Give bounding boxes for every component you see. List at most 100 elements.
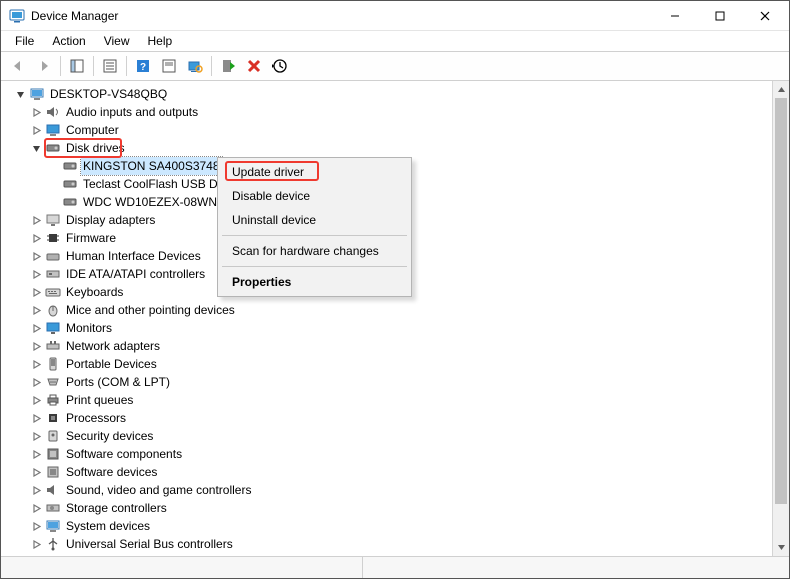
ctx-update-driver[interactable]: Update driver <box>220 160 409 184</box>
tree-item-system[interactable]: System devices <box>5 517 772 535</box>
uninstall-device-button[interactable] <box>242 54 266 78</box>
chevron-right-icon[interactable] <box>29 499 44 517</box>
scroll-up-button[interactable] <box>773 81 789 98</box>
display-icon <box>44 211 62 229</box>
computer-icon <box>28 85 46 103</box>
disk-icon <box>61 157 79 175</box>
ctx-label: Disable device <box>232 189 310 203</box>
tree-item-portable[interactable]: Portable Devices <box>5 355 772 373</box>
chevron-right-icon[interactable] <box>29 265 44 283</box>
network-icon <box>44 337 62 355</box>
disk-icon <box>61 175 79 193</box>
ctx-separator <box>222 266 407 267</box>
device-manager-window: Device Manager File Action View Help ? <box>0 0 790 579</box>
tree-label: Mice and other pointing devices <box>64 301 237 319</box>
content-area: DESKTOP-VS48QBQ Audio inputs and outputs… <box>1 81 789 556</box>
ctx-label: Properties <box>232 275 291 289</box>
ctx-uninstall-device[interactable]: Uninstall device <box>220 208 409 232</box>
tree-label: Sound, video and game controllers <box>64 481 253 499</box>
chevron-right-icon[interactable] <box>29 301 44 319</box>
maximize-button[interactable] <box>697 2 742 30</box>
scroll-thumb[interactable] <box>775 98 787 504</box>
chevron-right-icon[interactable] <box>29 427 44 445</box>
tree-item-swcomponents[interactable]: Software components <box>5 445 772 463</box>
tree-item-storage[interactable]: Storage controllers <box>5 499 772 517</box>
chevron-right-icon[interactable] <box>29 517 44 535</box>
tree-label: Print queues <box>64 391 135 409</box>
vertical-scrollbar[interactable] <box>772 81 789 556</box>
ctx-separator <box>222 235 407 236</box>
close-button[interactable] <box>742 2 787 30</box>
chevron-right-icon[interactable] <box>29 211 44 229</box>
tree-item-disk-drives[interactable]: Disk drives <box>5 139 772 157</box>
chevron-right-icon[interactable] <box>29 319 44 337</box>
tree-label: Firmware <box>64 229 118 247</box>
chevron-right-icon[interactable] <box>29 121 44 139</box>
enable-device-button[interactable] <box>216 54 240 78</box>
tree-label: DESKTOP-VS48QBQ <box>48 85 169 103</box>
tree-item-computer[interactable]: Computer <box>5 121 772 139</box>
chevron-right-icon[interactable] <box>29 283 44 301</box>
menu-file[interactable]: File <box>7 34 42 48</box>
tree-item-ports[interactable]: Ports (COM & LPT) <box>5 373 772 391</box>
tree-root[interactable]: DESKTOP-VS48QBQ <box>5 85 772 103</box>
tree-label: Keyboards <box>64 283 125 301</box>
update-driver-button[interactable] <box>268 54 292 78</box>
chevron-right-icon[interactable] <box>29 409 44 427</box>
mouse-icon <box>44 301 62 319</box>
svg-text:?: ? <box>140 62 146 73</box>
chevron-right-icon[interactable] <box>29 103 44 121</box>
device-tree[interactable]: DESKTOP-VS48QBQ Audio inputs and outputs… <box>1 81 772 556</box>
chevron-right-icon[interactable] <box>29 247 44 265</box>
chevron-down-icon[interactable] <box>29 139 44 157</box>
menu-help[interactable]: Help <box>140 34 181 48</box>
statusbar-pane-left <box>1 557 363 578</box>
usb-icon <box>44 535 62 553</box>
ctx-scan-hardware[interactable]: Scan for hardware changes <box>220 239 409 263</box>
tree-item-network[interactable]: Network adapters <box>5 337 772 355</box>
tree-item-security[interactable]: Security devices <box>5 427 772 445</box>
tree-item-printqueues[interactable]: Print queues <box>5 391 772 409</box>
chevron-right-icon[interactable] <box>29 229 44 247</box>
chevron-right-icon[interactable] <box>29 337 44 355</box>
chevron-right-icon[interactable] <box>29 535 44 553</box>
chevron-right-icon[interactable] <box>29 463 44 481</box>
sound-icon <box>44 481 62 499</box>
chevron-right-icon[interactable] <box>29 391 44 409</box>
back-button <box>6 54 30 78</box>
system-icon <box>44 517 62 535</box>
tree-label: Universal Serial Bus controllers <box>64 535 235 553</box>
help-button[interactable]: ? <box>131 54 155 78</box>
action-button[interactable] <box>157 54 181 78</box>
tree-item-processors[interactable]: Processors <box>5 409 772 427</box>
menu-action[interactable]: Action <box>44 34 93 48</box>
chevron-right-icon[interactable] <box>29 481 44 499</box>
ctx-properties[interactable]: Properties <box>220 270 409 294</box>
scroll-track[interactable] <box>773 98 789 539</box>
scroll-down-button[interactable] <box>773 539 789 556</box>
forward-button <box>32 54 56 78</box>
show-hide-tree-button[interactable] <box>65 54 89 78</box>
tree-label: Storage controllers <box>64 499 169 517</box>
chip-icon <box>44 229 62 247</box>
properties-button[interactable] <box>98 54 122 78</box>
tree-item-sound[interactable]: Sound, video and game controllers <box>5 481 772 499</box>
chevron-right-icon[interactable] <box>29 373 44 391</box>
chevron-right-icon[interactable] <box>29 355 44 373</box>
tree-item-swdevices[interactable]: Software devices <box>5 463 772 481</box>
hid-icon <box>44 247 62 265</box>
minimize-button[interactable] <box>652 2 697 30</box>
chevron-right-icon[interactable] <box>29 445 44 463</box>
tree-label: WDC WD10EZEX-08WN <box>81 193 219 211</box>
ctx-disable-device[interactable]: Disable device <box>220 184 409 208</box>
tree-item-monitors[interactable]: Monitors <box>5 319 772 337</box>
scan-hardware-button[interactable] <box>183 54 207 78</box>
tree-label: IDE ATA/ATAPI controllers <box>64 265 207 283</box>
tree-item-audio[interactable]: Audio inputs and outputs <box>5 103 772 121</box>
menu-view[interactable]: View <box>96 34 138 48</box>
tree-label: KINGSTON SA400S3748 <box>81 157 222 175</box>
tree-item-usb[interactable]: Universal Serial Bus controllers <box>5 535 772 553</box>
tree-item-mice[interactable]: Mice and other pointing devices <box>5 301 772 319</box>
swdevice-icon <box>44 463 62 481</box>
chevron-down-icon[interactable] <box>13 85 28 103</box>
